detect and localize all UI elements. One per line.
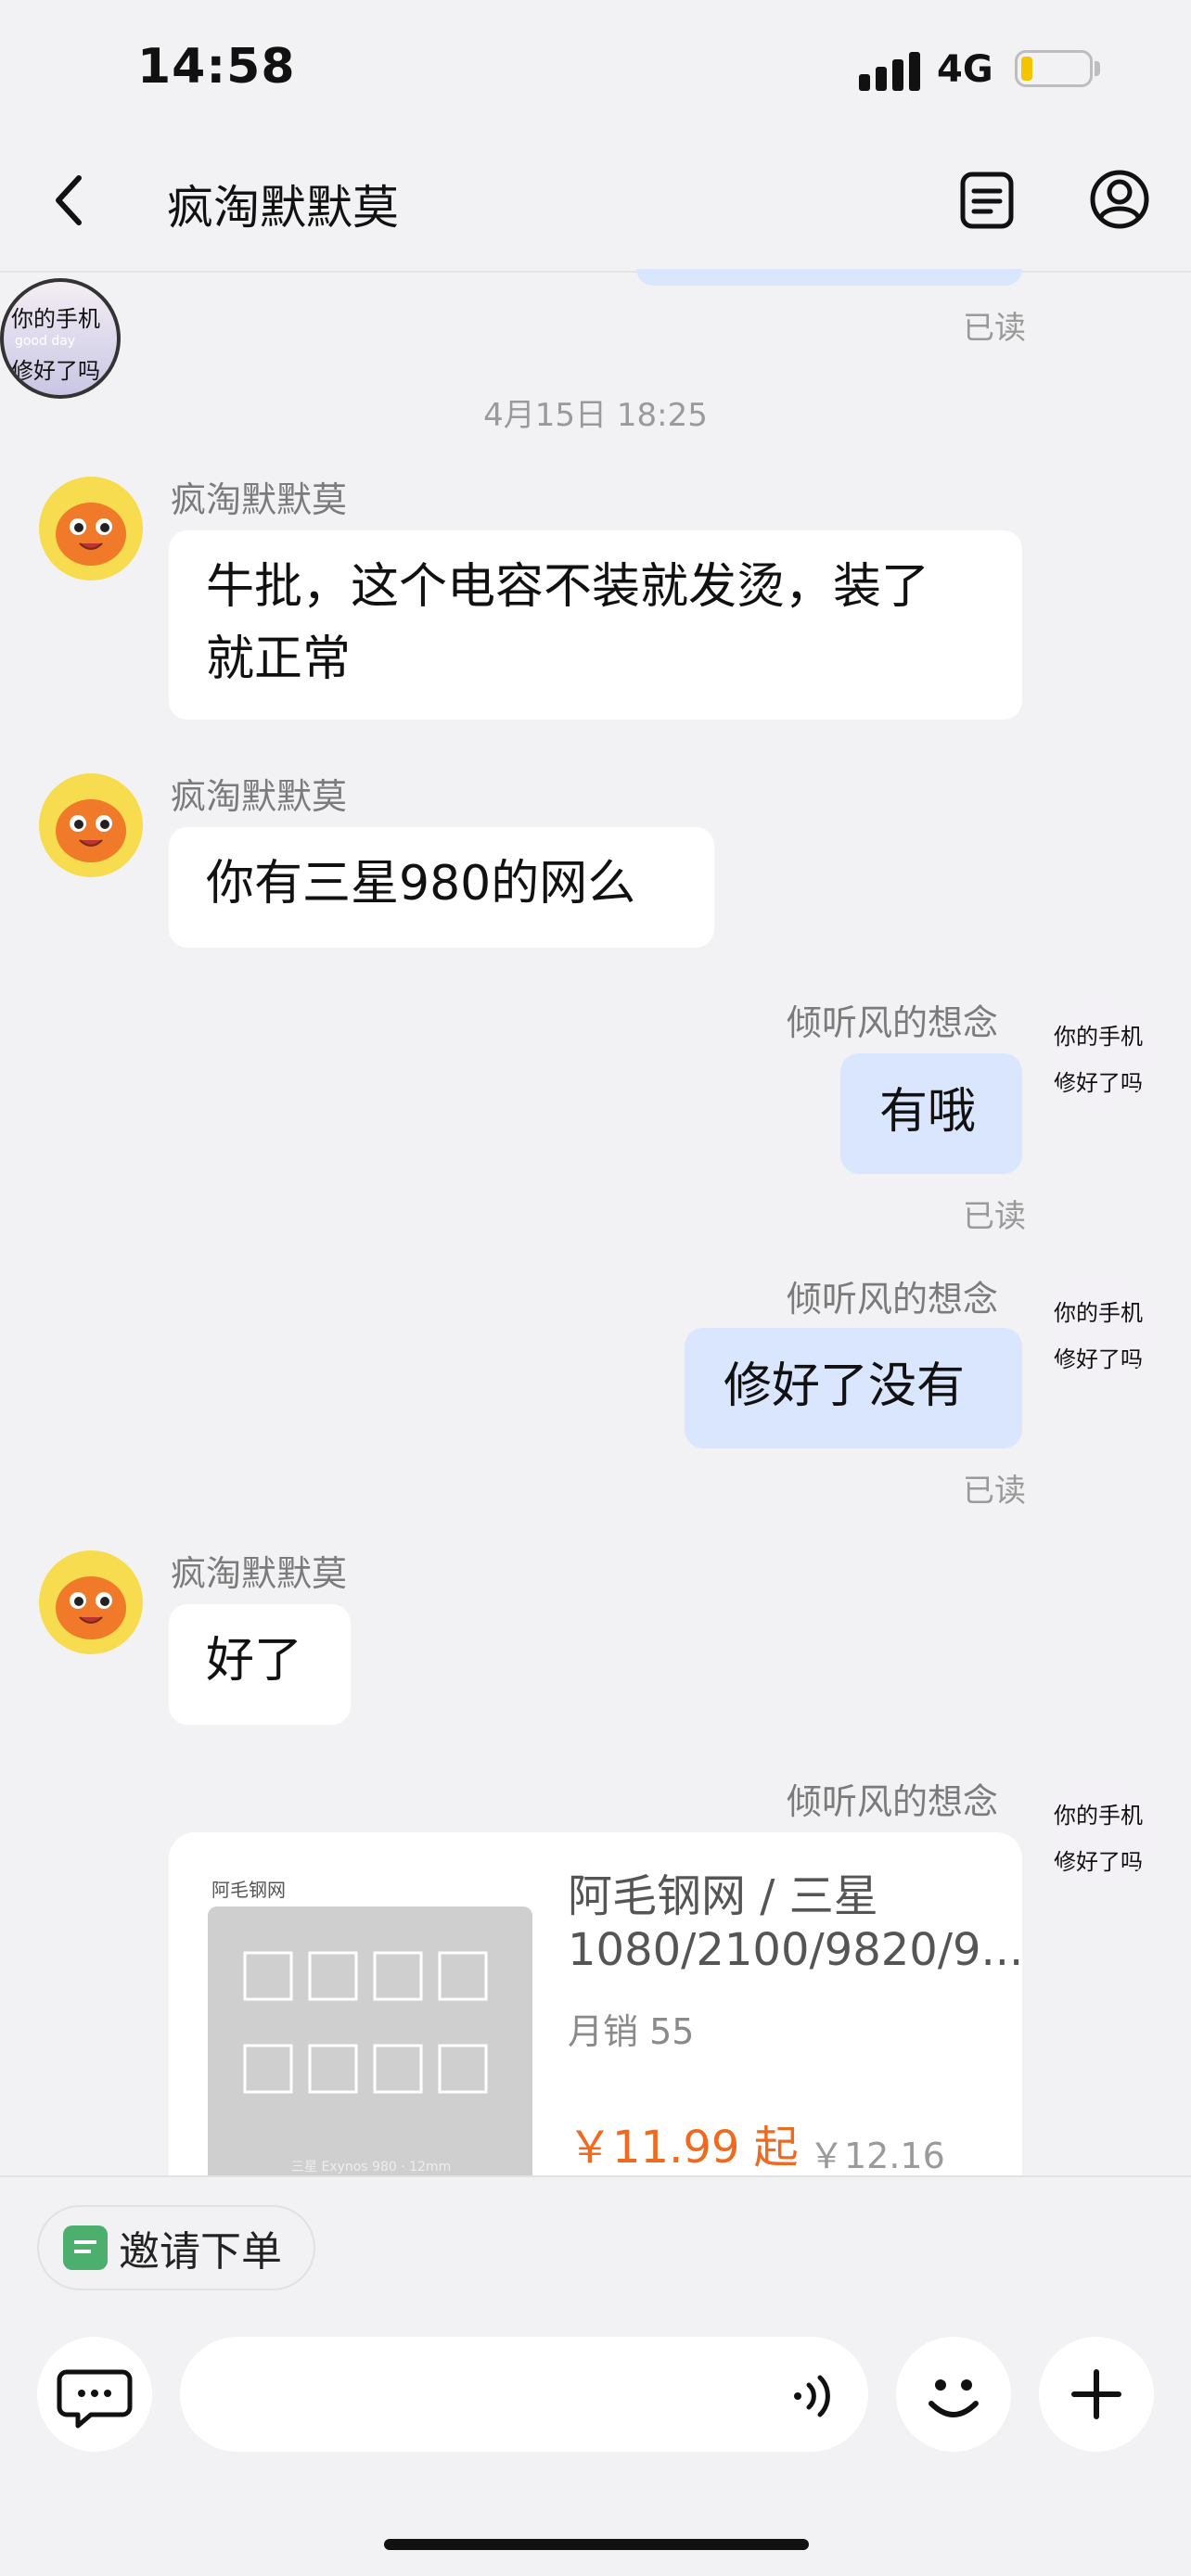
product-price: ￥11.99 起 — [568, 2122, 799, 2174]
order-icon — [63, 2225, 108, 2270]
message-text: 修好了没有 — [724, 1358, 966, 1414]
sender-name: 倾听风的想念 — [787, 1002, 999, 1043]
person-icon — [1090, 170, 1149, 229]
message-input[interactable] — [180, 2337, 868, 2452]
sender-name: 倾听风的想念 — [787, 1781, 999, 1822]
page-title: 疯淘默默莫 — [167, 181, 399, 235]
battery-cap — [1095, 61, 1100, 76]
avatar-text: 修好了吗 — [11, 358, 100, 384]
stencil-caption: 三星 Exynos 980 · 12mm — [291, 2160, 452, 2174]
read-status: 已读 — [963, 310, 1026, 347]
avatar[interactable]: 你的手机 good day 修好了吗 — [0, 278, 121, 399]
network-type: 4G — [937, 48, 993, 91]
back-button[interactable] — [37, 163, 102, 237]
home-indicator — [384, 2539, 809, 2550]
avatar-text: 你的手机 — [1054, 1300, 1143, 1326]
sender-name: 疯淘默默莫 — [171, 776, 348, 817]
message-text: 牛批，这个电容不装就发烫，装了 — [206, 559, 930, 615]
chevron-left-icon — [56, 175, 82, 225]
message-text: 就正常 — [206, 631, 352, 687]
avatar-text: 修好了吗 — [1054, 1346, 1143, 1372]
avatar[interactable] — [39, 477, 143, 580]
avatar-text: 修好了吗 — [1054, 1070, 1143, 1096]
sender-name: 倾听风的想念 — [787, 1279, 999, 1320]
product-title: 阿毛钢网 / 三星 1080/2100/9820/9... — [568, 1869, 1022, 1977]
stencil-brand: 阿毛钢网 — [211, 1879, 286, 1901]
invite-label: 邀请下单 — [119, 2228, 282, 2276]
message-bubble[interactable]: 你有三星980的网么 — [169, 827, 714, 948]
product-title-line: 阿毛钢网 / 三星 — [568, 1870, 878, 1922]
smile-icon — [928, 2379, 979, 2417]
battery-icon — [1015, 50, 1093, 87]
status-time: 14:58 — [137, 39, 296, 95]
menu-button[interactable] — [955, 169, 1018, 232]
message-bubble[interactable]: 有哦 — [840, 1053, 1022, 1174]
avatar-text: 修好了吗 — [1054, 1849, 1143, 1875]
mascot-icon — [56, 503, 126, 566]
avatar[interactable]: 你的手机 修好了吗 — [1046, 1779, 1154, 1886]
avatar-text: 你的手机 — [1054, 1024, 1143, 1050]
product-image: 三星 Exynos 980 · 12mm — [208, 1906, 532, 2203]
profile-button[interactable] — [1087, 167, 1152, 232]
avatar[interactable]: 你的手机 修好了吗 — [1046, 1276, 1154, 1384]
mascot-icon — [56, 1576, 126, 1639]
avatar-text: 你的手机 — [1054, 1803, 1143, 1829]
message-text: 有哦 — [879, 1084, 977, 1140]
message-bubble[interactable]: 修好了没有 — [685, 1328, 1022, 1448]
partial-bubble — [636, 269, 1022, 286]
product-title-line: 1080/2100/9820/9... — [568, 1924, 1022, 1976]
product-card[interactable]: 阿毛钢网 三星 Exynos 980 · 12mm 阿毛钢网 / 三星 1080… — [169, 1832, 1022, 2203]
message-text: 你有三星980的网么 — [206, 856, 636, 912]
avatar[interactable] — [39, 1550, 143, 1654]
message-text: 好了 — [206, 1633, 303, 1689]
avatar-text: 你的手机 — [11, 306, 100, 332]
invite-order-button[interactable]: 邀请下单 — [37, 2205, 315, 2290]
divider — [0, 2175, 1191, 2177]
plus-icon — [1071, 2369, 1121, 2419]
voice-icon — [794, 2375, 830, 2417]
product-old-price: ￥12.16 — [809, 2136, 945, 2176]
add-button[interactable] — [1039, 2337, 1154, 2452]
emoji-button[interactable] — [896, 2337, 1011, 2452]
sender-name: 疯淘默默莫 — [171, 1553, 348, 1594]
stencil-icon — [243, 1951, 488, 2094]
read-status: 已读 — [963, 1198, 1026, 1235]
product-sales: 月销 55 — [568, 2011, 695, 2052]
mascot-icon — [56, 799, 126, 862]
avatar-text: good day — [15, 334, 76, 349]
chat-bubble-icon — [57, 2369, 133, 2429]
list-icon — [960, 172, 1014, 229]
signal-icon — [859, 52, 920, 91]
read-status: 已读 — [963, 1473, 1026, 1510]
avatar[interactable] — [39, 773, 143, 877]
message-bubble[interactable]: 好了 — [169, 1604, 351, 1725]
quick-reply-button[interactable] — [37, 2337, 152, 2452]
message-bubble[interactable]: 牛批，这个电容不装就发烫，装了 就正常 — [169, 530, 1022, 720]
avatar[interactable]: 你的手机 修好了吗 — [1046, 1000, 1154, 1107]
sender-name: 疯淘默默莫 — [171, 479, 348, 520]
timestamp: 4月15日 18:25 — [483, 397, 708, 434]
